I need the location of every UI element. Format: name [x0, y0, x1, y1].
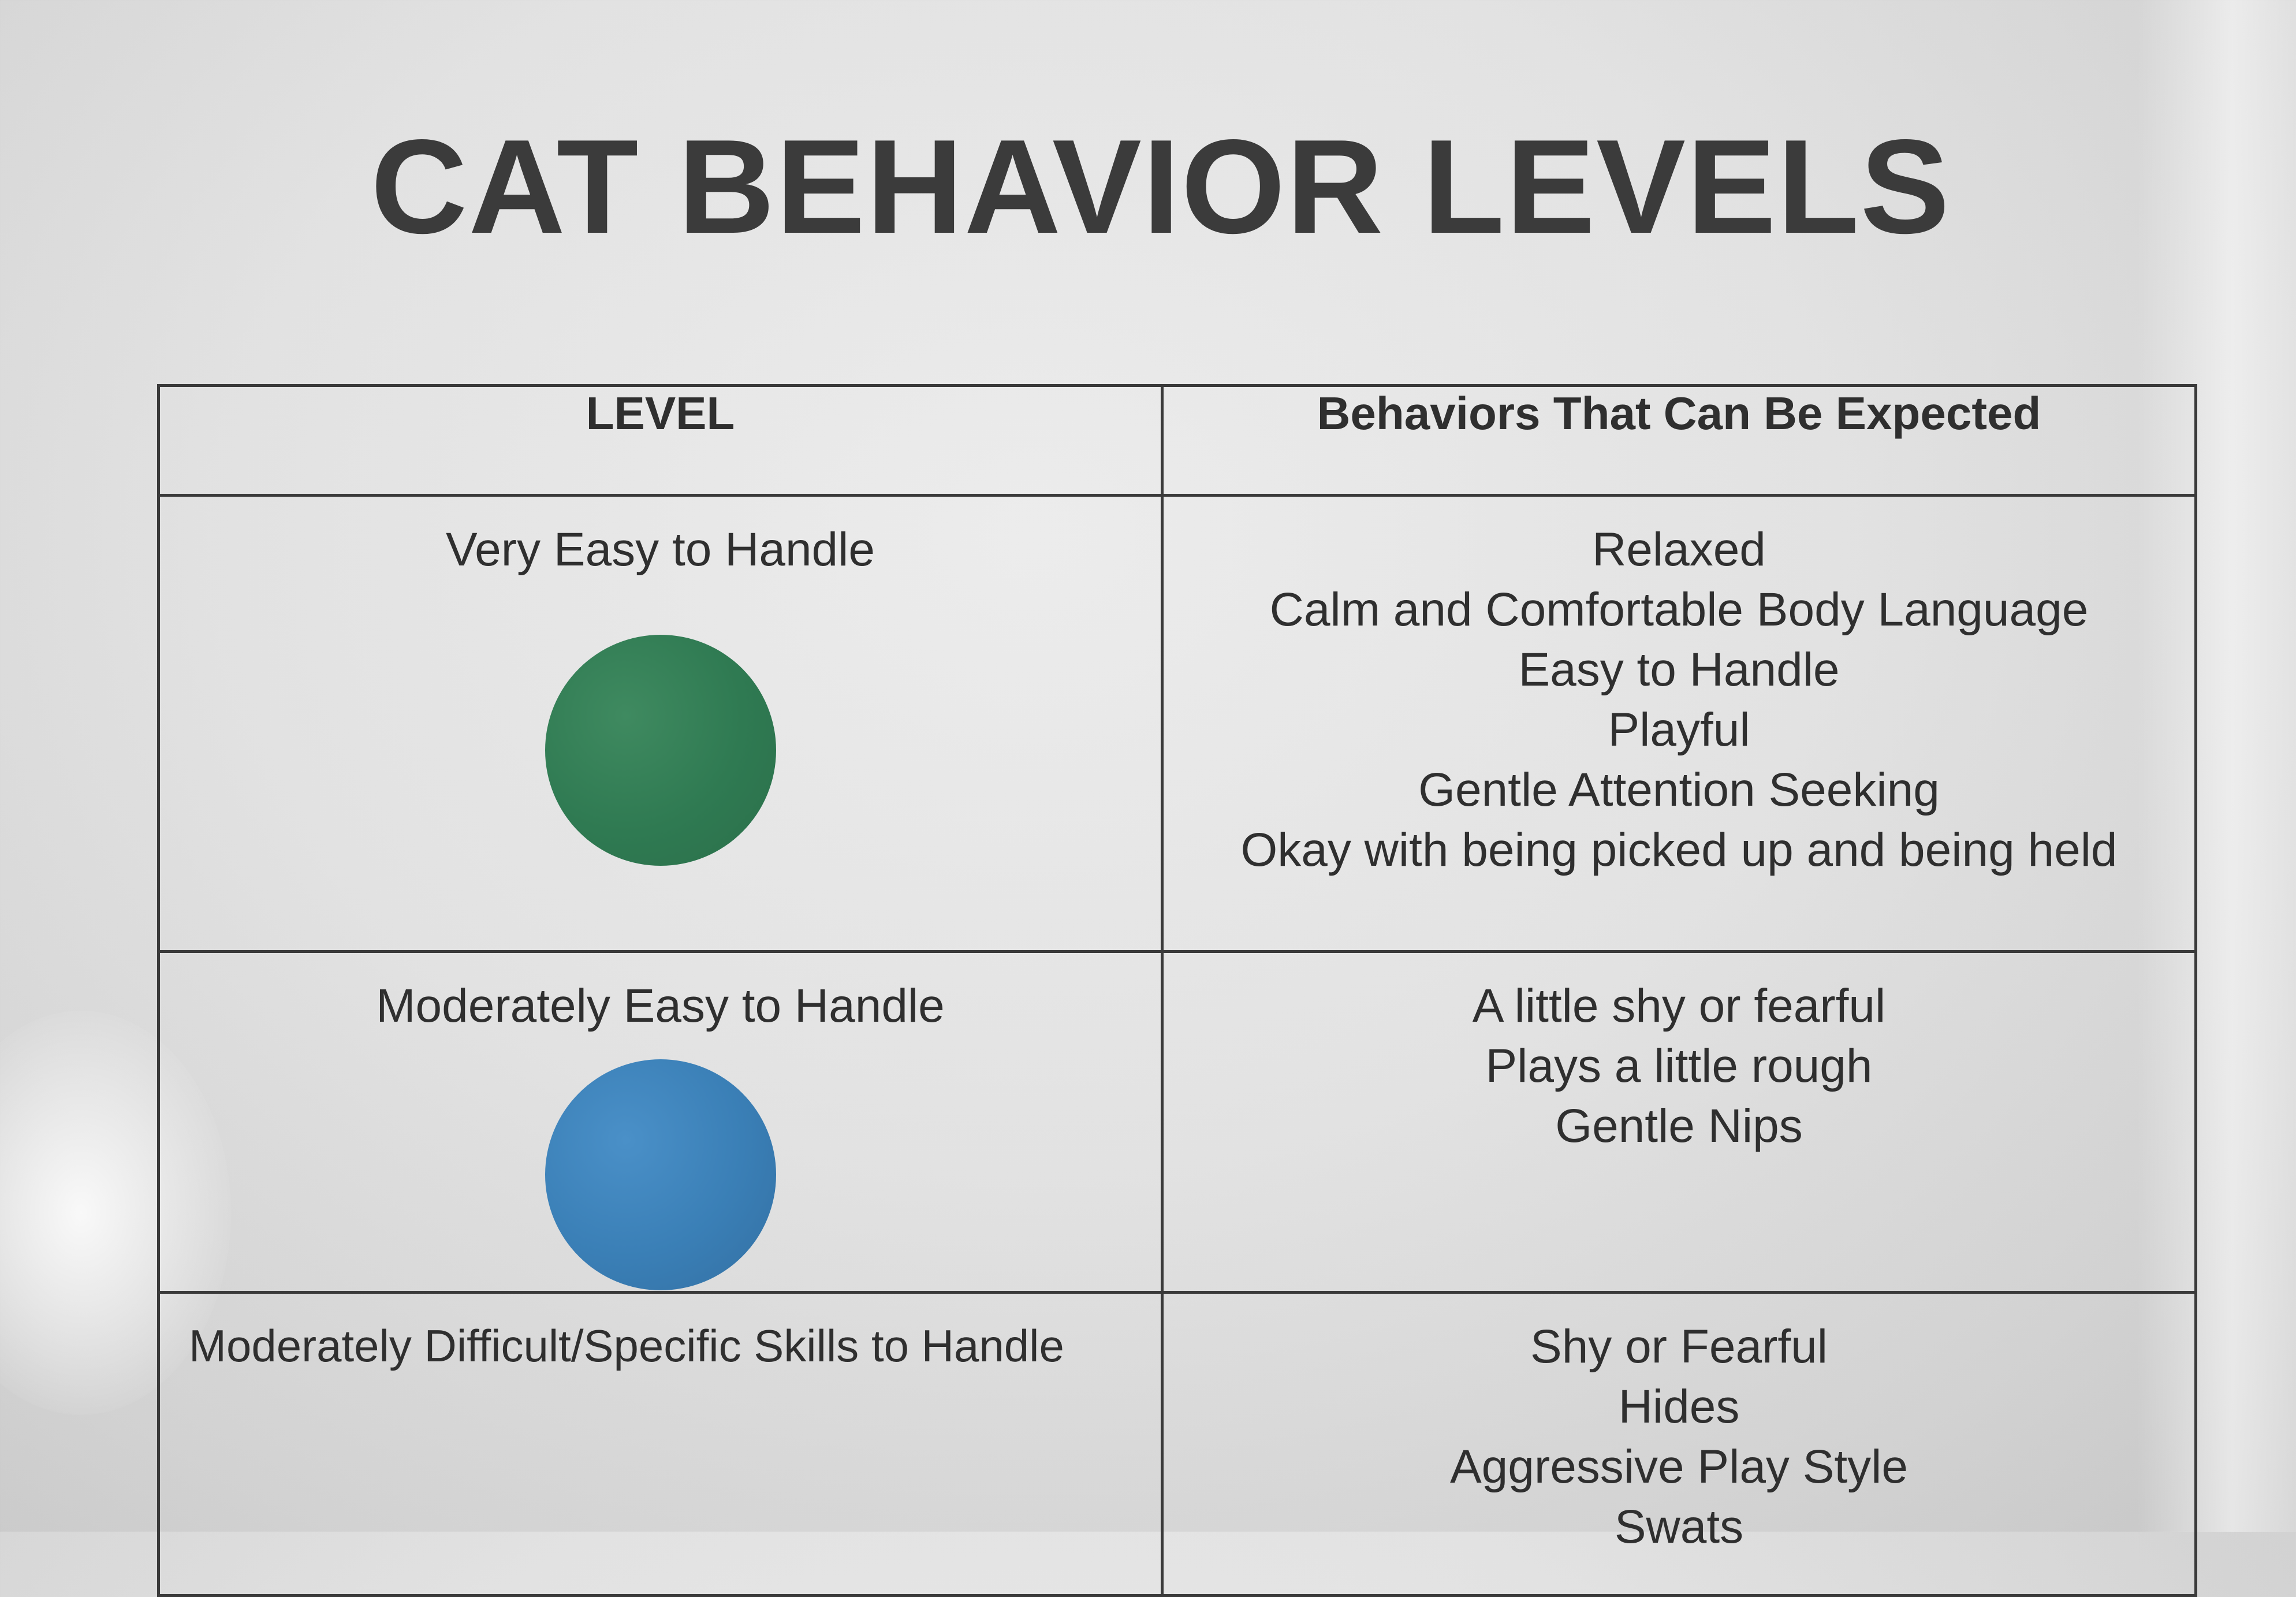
behavior-item: Gentle Nips: [1555, 1100, 1803, 1152]
behavior-item: A little shy or fearful: [1472, 980, 1886, 1032]
behavior-item: Plays a little rough: [1485, 1040, 1873, 1092]
behavior-item: Relaxed: [1592, 523, 1766, 576]
behaviors-cell: Relaxed Calm and Comfortable Body Langua…: [1161, 494, 2197, 953]
behavior-item: Swats: [1614, 1501, 1744, 1553]
behavior-item: Gentle Attention Seeking: [1418, 764, 1940, 816]
behavior-item: Shy or Fearful: [1530, 1320, 1828, 1373]
page-title: CAT BEHAVIOR LEVELS: [370, 112, 1951, 262]
table-row: Moderately Difficult/Specific Skills to …: [157, 1291, 2197, 1597]
behavior-item: Okay with being picked up and being held: [1240, 824, 2118, 876]
level-cell: Very Easy to Handle: [157, 494, 1164, 953]
behavior-list: Shy or Fearful Hides Aggressive Play Sty…: [1164, 1317, 2194, 1557]
behavior-item: Hides: [1618, 1380, 1740, 1433]
green-dot-icon: [545, 635, 776, 866]
behavior-list: Relaxed Calm and Comfortable Body Langua…: [1164, 520, 2194, 880]
table-row: Moderately Easy to Handle A little shy o…: [157, 950, 2197, 1294]
behaviors-cell: A little shy or fearful Plays a little r…: [1161, 950, 2197, 1294]
behavior-levels-table: LEVEL Behaviors That Can Be Expected Ver…: [157, 384, 2197, 1597]
level-cell: Moderately Difficult/Specific Skills to …: [157, 1291, 1164, 1597]
behavior-list: A little shy or fearful Plays a little r…: [1164, 976, 2194, 1156]
level-cell: Moderately Easy to Handle: [157, 950, 1164, 1294]
behavior-item: Playful: [1608, 703, 1750, 756]
behaviors-cell: Shy or Fearful Hides Aggressive Play Sty…: [1161, 1291, 2197, 1597]
level-label: Moderately Difficult/Specific Skills to …: [189, 1320, 1064, 1371]
table-header-row: LEVEL Behaviors That Can Be Expected: [157, 384, 2197, 497]
behavior-item: Easy to Handle: [1518, 643, 1840, 696]
table-row: Very Easy to Handle Relaxed Calm and Com…: [157, 494, 2197, 953]
behavior-item: Aggressive Play Style: [1449, 1440, 1908, 1493]
level-label: Moderately Easy to Handle: [376, 980, 945, 1032]
blue-dot-icon: [545, 1059, 776, 1290]
level-label: Very Easy to Handle: [446, 523, 875, 576]
level-column-header: LEVEL: [157, 384, 1164, 497]
behaviors-column-header: Behaviors That Can Be Expected: [1161, 384, 2197, 497]
behavior-item: Calm and Comfortable Body Language: [1269, 583, 2089, 636]
